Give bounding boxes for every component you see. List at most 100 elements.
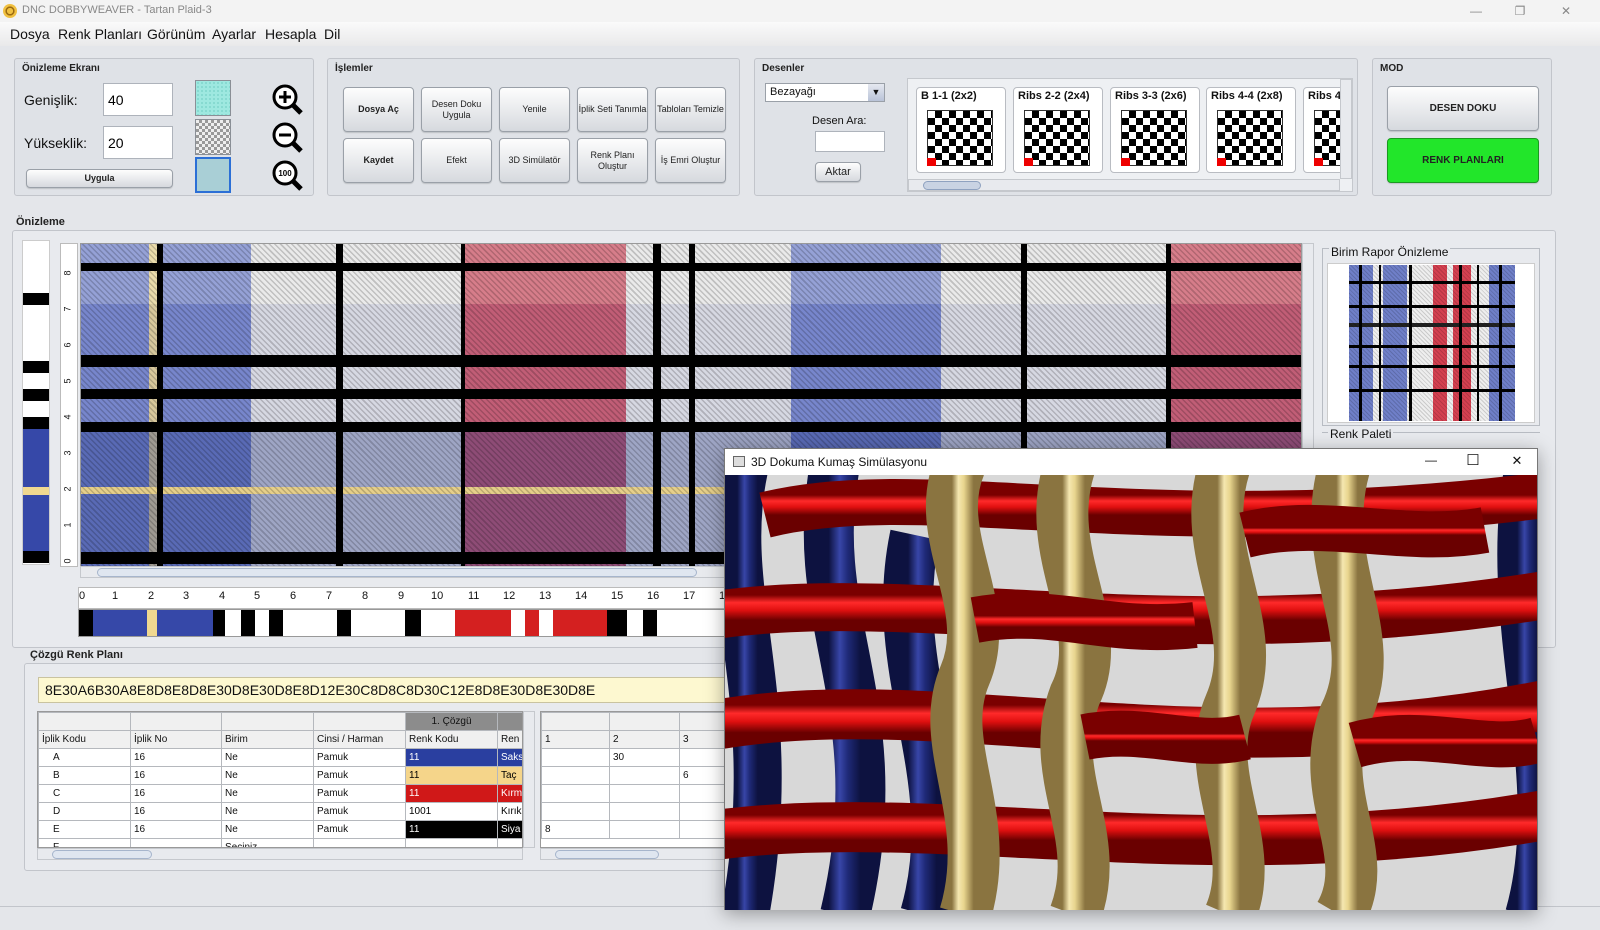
table-cell[interactable]: Ne [221, 820, 314, 839]
texture-swatch-grey[interactable] [195, 119, 231, 155]
table-cell[interactable] [679, 784, 725, 803]
table-row[interactable] [541, 784, 725, 803]
pattern-search-input[interactable] [815, 131, 885, 152]
table-cell[interactable] [609, 820, 680, 839]
refresh-button[interactable]: Yenile [499, 87, 570, 132]
table-cell[interactable]: 16 [130, 802, 222, 821]
chevron-down-icon[interactable]: ▼ [868, 84, 884, 101]
sim-maximize-button[interactable]: ☐ [1461, 451, 1485, 469]
table-cell[interactable] [541, 748, 610, 767]
table-cell[interactable]: Ne [221, 766, 314, 785]
seq-col[interactable]: 3 [679, 730, 725, 749]
menu-renk-planlari[interactable]: Renk Planları [58, 26, 142, 42]
minimize-button[interactable]: — [1456, 0, 1496, 22]
table-cell[interactable] [679, 802, 725, 821]
table-cell[interactable] [679, 820, 725, 839]
col-yarn-no[interactable]: İplik No [130, 730, 222, 749]
table-cell[interactable]: 11 [405, 748, 498, 767]
define-yarn-set-button[interactable]: İplik Seti Tanımla [577, 87, 648, 132]
maximize-button[interactable]: ❐ [1500, 0, 1540, 22]
table-row[interactable]: B 16 Ne Pamuk 11 Taç [38, 766, 522, 785]
close-button[interactable]: ✕ [1546, 0, 1586, 22]
table-row[interactable] [541, 802, 725, 821]
col-color-name[interactable]: Ren [497, 730, 522, 749]
table-cell[interactable] [541, 802, 610, 821]
seq-col[interactable]: 2 [609, 730, 680, 749]
table-row[interactable]: D 16 Ne Pamuk 1001 Kırık [38, 802, 522, 821]
texture-swatch-blue[interactable] [195, 157, 231, 193]
table-row[interactable]: 30 [541, 748, 725, 767]
table-cell[interactable]: Kırm [497, 784, 522, 803]
table-cell[interactable]: Taç [497, 766, 522, 785]
color-plans-mode-button[interactable]: RENK PLANLARI [1387, 138, 1539, 183]
warp-code-field[interactable]: 8E30A6B30A8E8D8E8D8E30D8E30D8E8D12E30C8D… [38, 677, 728, 703]
table-row[interactable]: 6 [541, 766, 725, 785]
table-cell[interactable]: 16 [130, 784, 222, 803]
pattern-thumb[interactable]: Ribs 4-4 (2x8) [1206, 87, 1296, 173]
col-unit[interactable]: Birim [221, 730, 314, 749]
yarn-table-v-scrollbar[interactable] [523, 711, 535, 848]
table-cell[interactable]: 8 [541, 820, 610, 839]
table-cell[interactable]: 30 [609, 748, 680, 767]
table-cell[interactable]: A [38, 748, 131, 767]
zoom-reset-icon[interactable]: 100 [270, 158, 304, 192]
texture-swatch-cyan[interactable] [195, 80, 231, 116]
width-input[interactable] [103, 83, 173, 116]
sim-minimize-button[interactable]: — [1419, 453, 1443, 467]
3d-simulator-button[interactable]: 3D Simülatör [499, 138, 570, 183]
zoom-out-icon[interactable] [270, 120, 304, 154]
table-cell[interactable]: Seçiniz [221, 838, 314, 847]
col-type-blend[interactable]: Cinsi / Harman [313, 730, 406, 749]
table-cell[interactable]: 11 [405, 820, 498, 839]
preview-h-scrollbar[interactable] [80, 566, 726, 578]
table-cell[interactable]: 16 [130, 766, 222, 785]
table-row[interactable]: E 16 Ne Pamuk 11 Siya [38, 820, 522, 839]
table-cell[interactable]: 6 [679, 766, 725, 785]
sim-close-button[interactable]: ✕ [1505, 453, 1529, 469]
pattern-thumb[interactable]: Ribs 2-2 (2x4) [1013, 87, 1103, 173]
create-work-order-button[interactable]: İş Emri Oluştur [655, 138, 726, 183]
height-input[interactable] [103, 126, 173, 159]
apply-pattern-button[interactable]: Desen Doku Uygula [421, 87, 492, 132]
table-cell[interactable] [609, 784, 680, 803]
effect-button[interactable]: Efekt [421, 138, 492, 183]
pattern-type-select[interactable]: Bezayağı ▼ [765, 83, 885, 102]
table-cell[interactable]: E [38, 820, 131, 839]
table-row[interactable]: 8 [541, 820, 725, 839]
table-cell[interactable]: 16 [130, 820, 222, 839]
col-yarn-code[interactable]: İplik Kodu [38, 730, 131, 749]
table-cell[interactable] [541, 784, 610, 803]
table-cell[interactable]: Pamuk [313, 802, 406, 821]
apply-button[interactable]: Uygula [26, 169, 173, 188]
clear-tables-button[interactable]: Tabloları Temizle [655, 87, 726, 132]
table-row[interactable]: A 16 Ne Pamuk 11 Saks [38, 748, 522, 767]
table-cell[interactable]: D [38, 802, 131, 821]
table-cell[interactable]: C [38, 784, 131, 803]
menu-gorunum[interactable]: Görünüm [147, 26, 205, 42]
table-cell[interactable] [609, 802, 680, 821]
table-cell[interactable]: 11 [405, 784, 498, 803]
seq-col[interactable]: 1 [541, 730, 610, 749]
table-cell[interactable]: F [38, 838, 131, 847]
yarn-table-h-scrollbar[interactable] [37, 848, 523, 860]
table-cell[interactable]: 1001 [405, 802, 498, 821]
zoom-in-icon[interactable] [270, 82, 304, 116]
table-cell[interactable]: 16 [130, 748, 222, 767]
pattern-thumb[interactable]: Ribs 3-3 (2x6) [1110, 87, 1200, 173]
export-button[interactable]: Aktar [815, 162, 861, 182]
table-cell[interactable]: Saks [497, 748, 522, 767]
menu-ayarlar[interactable]: Ayarlar [212, 26, 256, 42]
table-cell[interactable]: Ne [221, 802, 314, 821]
table-cell[interactable] [609, 766, 680, 785]
save-button[interactable]: Kaydet [343, 138, 414, 183]
pattern-h-scrollbar[interactable] [908, 179, 1340, 191]
col-color-code[interactable]: Renk Kodu [405, 730, 498, 749]
table-cell[interactable]: Ne [221, 748, 314, 767]
table-cell[interactable] [541, 766, 610, 785]
table-cell[interactable]: Siya [497, 820, 522, 839]
open-file-button[interactable]: Dosya Aç [343, 87, 414, 132]
menu-dosya[interactable]: Dosya [10, 26, 50, 42]
table-cell[interactable]: Pamuk [313, 784, 406, 803]
table-cell[interactable]: Pamuk [313, 748, 406, 767]
table-cell[interactable]: 11 [405, 766, 498, 785]
